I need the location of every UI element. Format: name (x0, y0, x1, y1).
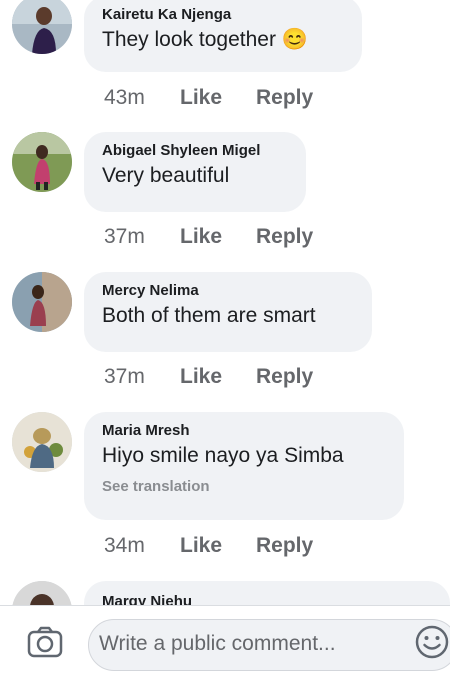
comment-bubble: Maria Mresh Hiyo smile nayo ya Simba See… (84, 412, 404, 520)
comment-bubble: Kairetu Ka Njenga They look together 😊 (84, 0, 362, 72)
comment-actions: 34m Like Reply (104, 534, 313, 558)
comment-author[interactable]: Margy Njehu (102, 593, 432, 605)
camera-icon[interactable] (27, 626, 63, 658)
profile-photo-icon (12, 0, 72, 54)
comment-actions: 43m Like Reply (104, 86, 313, 110)
reply-button[interactable]: Reply (256, 365, 313, 389)
like-button[interactable]: Like (180, 534, 256, 558)
comment-feed: Kairetu Ka Njenga They look together 😊 4… (0, 0, 450, 605)
comment-author[interactable]: Abigael Shyleen Migel (102, 142, 288, 160)
comment-text: Both of them are smart (102, 304, 316, 327)
avatar[interactable] (12, 581, 72, 605)
comment-timestamp[interactable]: 37m (104, 365, 180, 389)
like-button[interactable]: Like (180, 86, 256, 110)
reply-button[interactable]: Reply (256, 534, 313, 558)
comment-input[interactable]: Write a public comment... (88, 619, 450, 671)
comment-actions: 37m Like Reply (104, 225, 313, 249)
avatar[interactable] (12, 272, 72, 332)
comment-timestamp[interactable]: 43m (104, 86, 180, 110)
comment-timestamp[interactable]: 37m (104, 225, 180, 249)
comment-text: They look together 😊 (102, 28, 308, 51)
avatar[interactable] (12, 0, 72, 54)
emoji-icon[interactable] (414, 624, 450, 660)
comment-bubble: Mercy Nelima Both of them are smart (84, 272, 372, 352)
reply-button[interactable]: Reply (256, 225, 313, 249)
comment-author[interactable]: Kairetu Ka Njenga (102, 6, 344, 24)
comment-text: Very beautiful (102, 164, 230, 187)
profile-photo-icon (12, 581, 72, 605)
see-translation-link[interactable]: See translation (102, 478, 386, 495)
reply-button[interactable]: Reply (256, 86, 313, 110)
avatar[interactable] (12, 412, 72, 472)
like-button[interactable]: Like (180, 365, 256, 389)
comment-bubble: Margy Njehu (84, 581, 450, 605)
comment-timestamp[interactable]: 34m (104, 534, 180, 558)
comment-author[interactable]: Maria Mresh (102, 422, 386, 440)
profile-photo-icon (12, 132, 72, 192)
avatar[interactable] (12, 132, 72, 192)
profile-photo-icon (12, 412, 72, 472)
comment-actions: 37m Like Reply (104, 365, 313, 389)
comment-author[interactable]: Mercy Nelima (102, 282, 354, 300)
comment-composer: Write a public comment... (0, 605, 450, 679)
profile-photo-icon (12, 272, 72, 332)
like-button[interactable]: Like (180, 225, 256, 249)
comment-text: Hiyo smile nayo ya Simba (102, 444, 344, 467)
comment-bubble: Abigael Shyleen Migel Very beautiful (84, 132, 306, 212)
